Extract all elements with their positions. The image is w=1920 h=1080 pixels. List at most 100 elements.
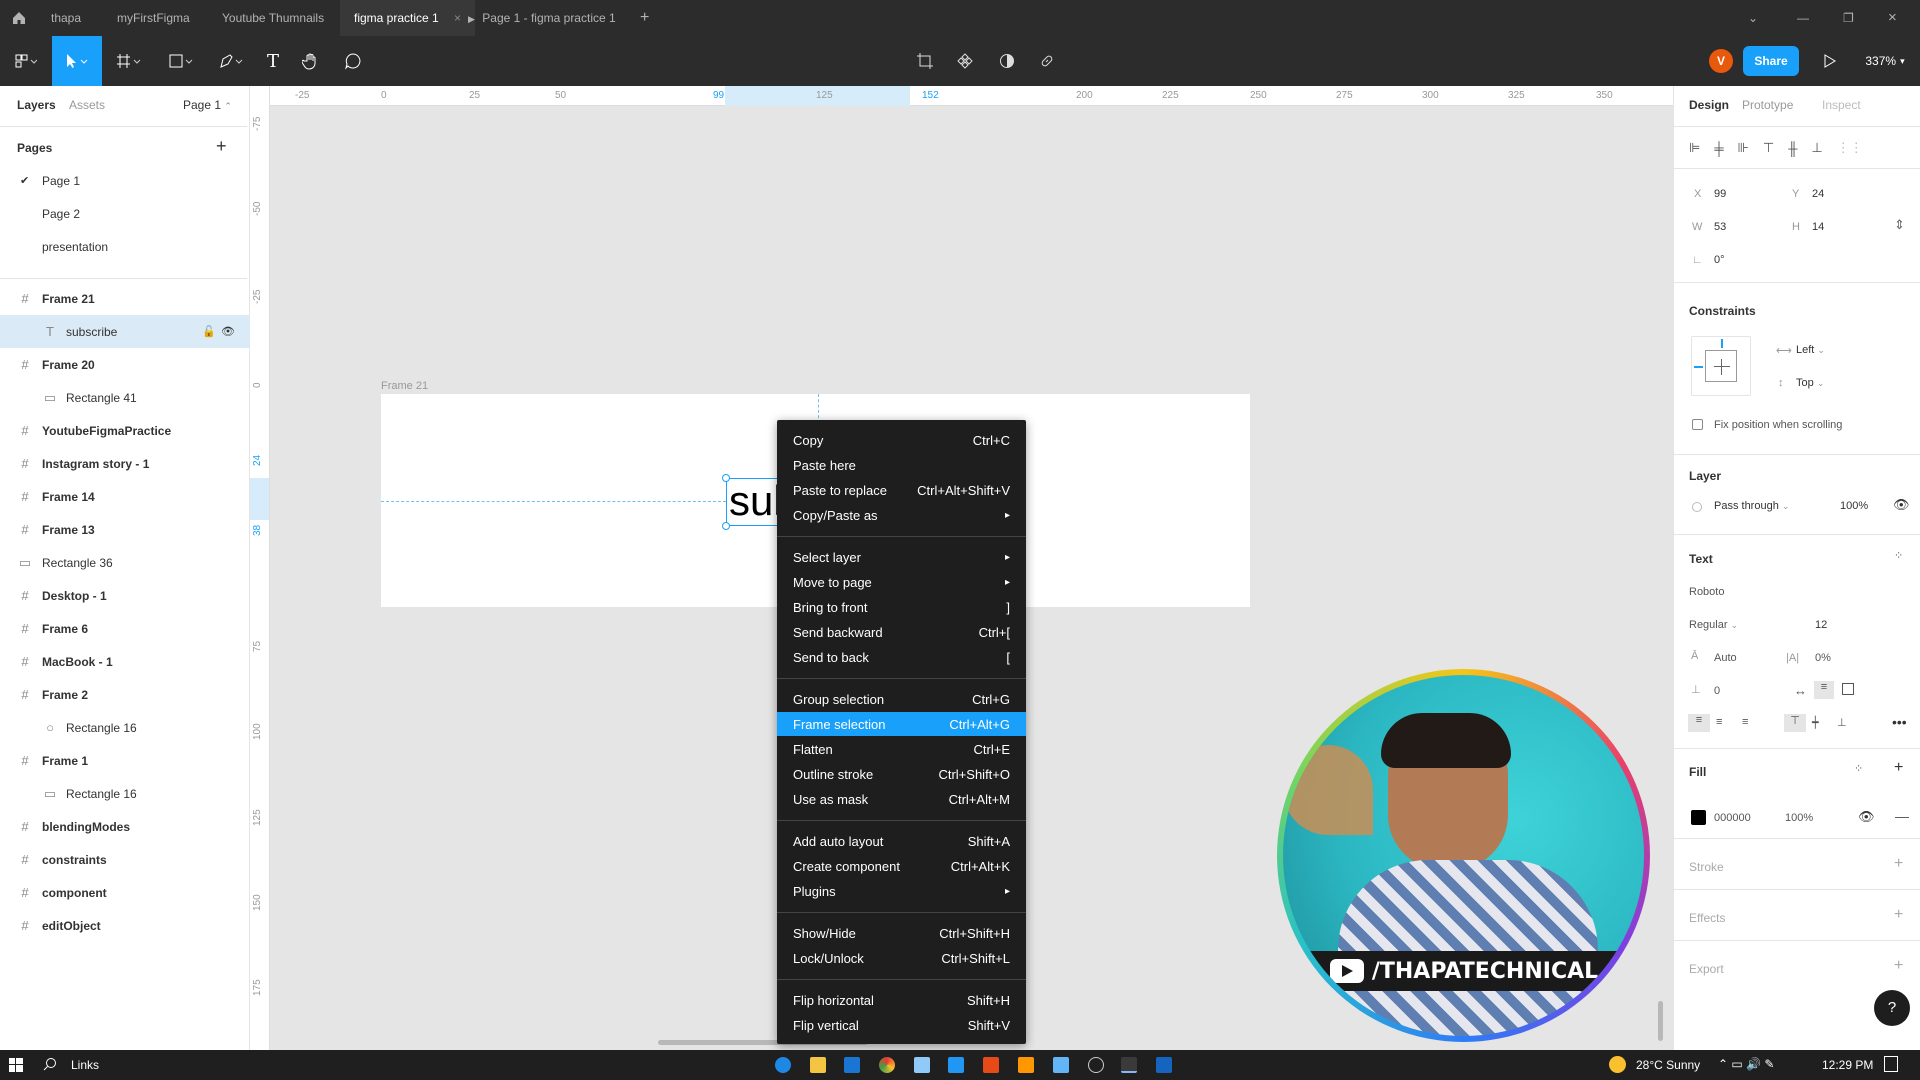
layer-item[interactable]: ○ Rectangle 16 (0, 711, 250, 744)
eye-icon[interactable]: 👁 (1893, 497, 1910, 513)
layer-item[interactable]: # Frame 20 (0, 348, 250, 381)
layer-item[interactable]: # MacBook - 1 (0, 645, 250, 678)
blend-mode-select[interactable]: Pass through ⌄ (1714, 500, 1789, 512)
search-icon[interactable] (43, 1057, 57, 1074)
align-text-middle-icon[interactable]: ┿ (1812, 716, 1819, 729)
layer-item[interactable]: # constraints (0, 843, 250, 876)
vertical-scrollbar[interactable] (1658, 1001, 1663, 1041)
fill-hex-field[interactable]: 000000 (1714, 812, 1751, 824)
menu-item-lock-unlock[interactable]: Lock/Unlock Ctrl+Shift+L (777, 946, 1026, 970)
comment-tool-icon[interactable] (338, 36, 368, 86)
align-text-left-icon[interactable]: ≡ (1688, 714, 1710, 732)
menu-item-create-component[interactable]: Create component Ctrl+Alt+K (777, 854, 1026, 878)
h-field[interactable]: 14 (1812, 221, 1824, 233)
layer-item[interactable]: # Frame 1 (0, 744, 250, 777)
weather-text[interactable]: 28°C Sunny (1636, 1058, 1700, 1072)
align-top-icon[interactable]: ⊤ (1763, 140, 1774, 156)
constraint-left-line[interactable] (1694, 366, 1703, 368)
align-right-icon[interactable]: ⊪ (1738, 140, 1749, 156)
eye-icon[interactable]: 👁 (221, 325, 235, 338)
auto-height-icon[interactable]: ≡ (1814, 681, 1834, 699)
layer-item[interactable]: ▭ Rectangle 36 (0, 546, 250, 579)
align-center-v-icon[interactable]: ╫ (1788, 141, 1797, 156)
layer-opacity-field[interactable]: 100% (1840, 500, 1868, 512)
letter-spacing-field[interactable]: 0% (1815, 652, 1831, 664)
page-item-page-2[interactable]: Page 2 (0, 197, 250, 230)
menu-item-plugins[interactable]: Plugins ▸ (777, 879, 1026, 903)
unlock-icon[interactable]: 🔓 (202, 325, 216, 338)
layer-item[interactable]: ▭ Rectangle 16 (0, 777, 250, 810)
layer-item[interactable]: # YoutubeFigmaPractice (0, 414, 250, 447)
menu-item-use-as-mask[interactable]: Use as mask Ctrl+Alt+M (777, 787, 1026, 811)
menu-item-flip-vertical[interactable]: Flip vertical Shift+V (777, 1013, 1026, 1037)
fill-opacity-field[interactable]: 100% (1785, 812, 1813, 824)
menu-item-select-layer[interactable]: Select layer ▸ (777, 545, 1026, 569)
notepad-icon[interactable] (1053, 1057, 1069, 1073)
close-icon[interactable]: × (454, 11, 461, 25)
x-field[interactable]: 99 (1714, 188, 1726, 200)
menu-item-show-hide[interactable]: Show/Hide Ctrl+Shift+H (777, 921, 1026, 945)
mail-icon[interactable] (844, 1057, 860, 1073)
menu-item-bring-to-front[interactable]: Bring to front] (777, 595, 1026, 619)
fill-color-swatch[interactable] (1691, 810, 1706, 825)
auto-width-icon[interactable]: ↔ (1794, 683, 1807, 698)
tab-design[interactable]: Design (1689, 98, 1729, 112)
add-effect-icon[interactable]: + (1894, 906, 1903, 924)
text-tool-icon[interactable]: T (258, 36, 288, 86)
notification-icon[interactable] (1884, 1056, 1898, 1072)
resize-handle[interactable] (722, 522, 730, 530)
shape-tool-icon[interactable] (162, 36, 202, 86)
clock-app-icon[interactable] (1088, 1057, 1104, 1073)
constraint-center-h[interactable] (1714, 366, 1730, 367)
pen-tool-icon[interactable] (212, 36, 252, 86)
menu-item-move-to-page[interactable]: Move to page ▸ (777, 570, 1026, 594)
vertical-constraint-select[interactable]: Top ⌄ (1796, 377, 1824, 389)
layer-item[interactable]: # Desktop - 1 (0, 579, 250, 612)
tab-inspect[interactable]: Inspect (1822, 98, 1861, 112)
component-icon[interactable] (950, 36, 980, 86)
constraint-center-v[interactable] (1721, 359, 1722, 375)
home-icon[interactable] (12, 0, 26, 36)
font-weight-select[interactable]: Regular ⌄ (1689, 619, 1738, 631)
layer-item[interactable]: # Frame 14 (0, 480, 250, 513)
y-field[interactable]: 24 (1812, 188, 1824, 200)
restore-icon[interactable]: ❐ (1843, 0, 1854, 36)
constraints-widget[interactable] (1691, 336, 1751, 396)
fix-position-checkbox[interactable] (1692, 419, 1703, 430)
menu-item-flip-horizontal[interactable]: Flip horizontal Shift+H (777, 988, 1026, 1012)
layer-item[interactable]: ▭ Rectangle 41 (0, 381, 250, 414)
horizontal-constraint-select[interactable]: Left ⌄ (1796, 344, 1825, 356)
close-window-icon[interactable]: × (1888, 0, 1897, 36)
w-field[interactable]: 53 (1714, 221, 1726, 233)
avatar[interactable]: V (1708, 36, 1734, 86)
layer-item[interactable]: # Frame 21 (0, 282, 250, 315)
layer-item[interactable]: # component (0, 876, 250, 909)
edge-icon[interactable] (775, 1057, 791, 1073)
menu-item-group-selection[interactable]: Group selection Ctrl+G (777, 687, 1026, 711)
present-play-icon[interactable] (1818, 36, 1842, 86)
new-tab-button[interactable]: + (640, 0, 649, 36)
layer-item[interactable]: # editObject (0, 909, 250, 942)
page-selector[interactable]: Page 1 ⌃ (183, 98, 232, 112)
layer-item[interactable]: # Instagram story - 1 (0, 447, 250, 480)
page-item-page-1[interactable]: ✔ Page 1 (0, 164, 250, 197)
font-size-field[interactable]: 12 (1815, 619, 1827, 631)
menu-item-paste-here[interactable]: Paste here (777, 453, 1026, 477)
menu-item-paste-to-replace[interactable]: Paste to replace Ctrl+Alt+Shift+V (777, 478, 1026, 502)
layer-item[interactable]: Tsubscribe 🔓 👁 (0, 315, 250, 348)
link-icon[interactable] (1032, 36, 1062, 86)
tab-thapa[interactable]: thapa (51, 0, 81, 36)
links-toolbar[interactable]: Links (71, 1058, 99, 1072)
align-bottom-icon[interactable]: ⊥ (1811, 140, 1822, 156)
fixed-size-icon[interactable] (1842, 683, 1854, 695)
page-item-presentation[interactable]: presentation (0, 230, 250, 263)
more-options-icon[interactable]: ••• (1892, 714, 1907, 730)
share-button[interactable]: Share (1743, 36, 1799, 86)
menu-item-add-auto-layout[interactable]: Add auto layout Shift+A (777, 829, 1026, 853)
office-icon[interactable] (983, 1057, 999, 1073)
tab-assets[interactable]: Assets (69, 98, 105, 112)
layer-item[interactable]: # blendingModes (0, 810, 250, 843)
chevron-down-icon[interactable]: ⌄ (1748, 0, 1758, 36)
word-icon[interactable] (1156, 1057, 1172, 1073)
eye-icon[interactable]: 👁 (1858, 809, 1875, 825)
